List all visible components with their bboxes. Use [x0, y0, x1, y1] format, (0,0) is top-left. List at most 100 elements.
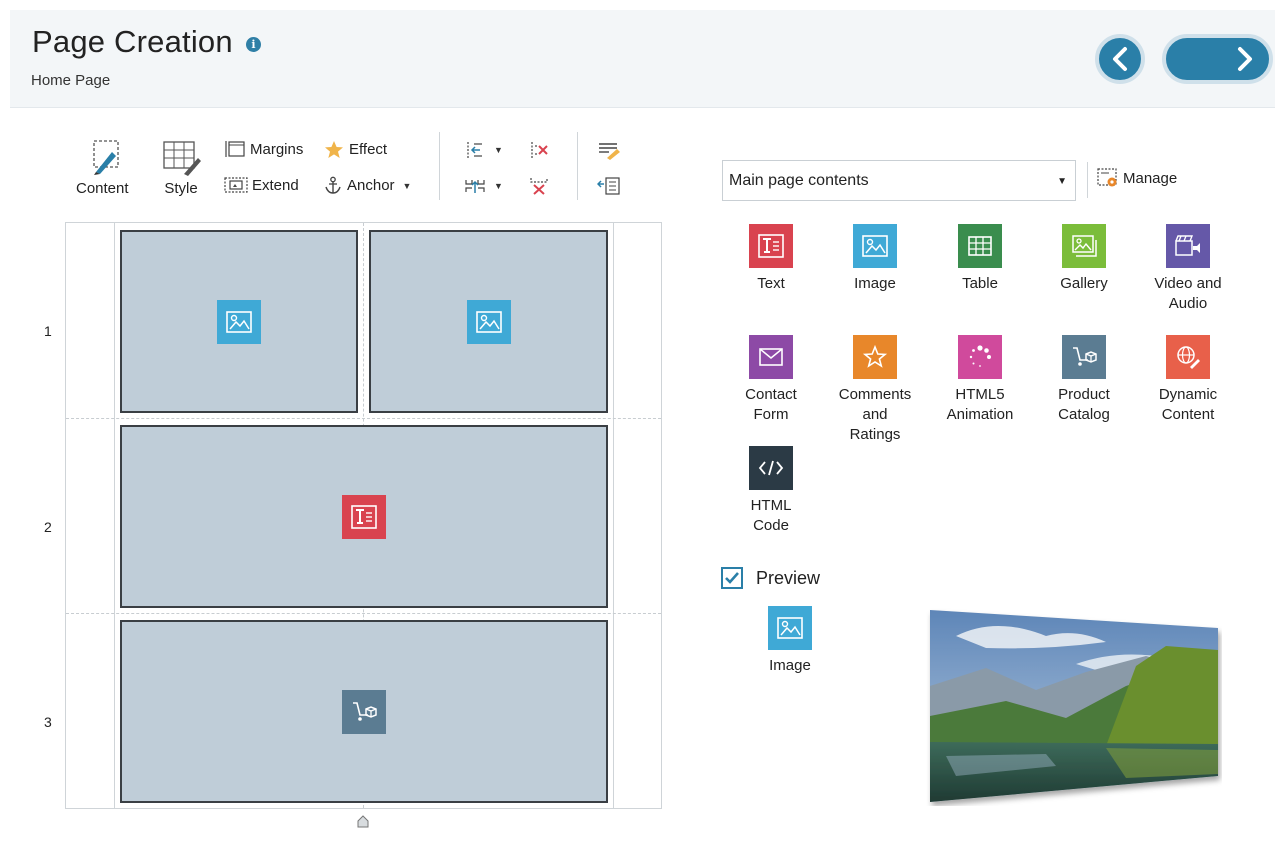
contents-select-value: Main page contents [729, 171, 869, 189]
align-button[interactable] [597, 176, 621, 196]
image-icon [466, 299, 511, 344]
row-number-2: 2 [44, 519, 52, 535]
object-html5-animation[interactable]: HTML5 Animation [930, 335, 1030, 425]
object-label: Comments and Ratings [838, 386, 912, 443]
anchor-button[interactable]: Anchor ▼ [324, 176, 411, 195]
object-label: Dynamic Content [1158, 386, 1218, 423]
align-icon [597, 177, 620, 195]
margins-label: Margins [250, 140, 304, 158]
preview-landscape-image [930, 610, 1218, 802]
toolbar-divider [439, 132, 440, 200]
insert-row-dropdown-arrow[interactable]: ▼ [494, 181, 503, 191]
checkmark-icon [725, 572, 739, 584]
extend-button[interactable]: Extend [224, 176, 299, 194]
object-label: Gallery [1060, 275, 1108, 292]
object-html-code[interactable]: HTML Code [721, 446, 821, 536]
info-icon[interactable]: i [246, 37, 261, 52]
object-contact-form[interactable]: Contact Form [721, 335, 821, 425]
image-icon [853, 224, 897, 268]
gallery-icon [1062, 224, 1106, 268]
content-tool-button[interactable]: Content [76, 138, 129, 197]
manage-button[interactable]: Manage [1096, 167, 1177, 189]
anchor-label: Anchor [347, 177, 395, 194]
cell-row3[interactable] [120, 620, 608, 803]
object-label: Image [854, 275, 896, 292]
chevron-left-icon [1113, 47, 1127, 71]
envelope-icon [749, 335, 793, 379]
extend-icon [224, 177, 248, 193]
object-text[interactable]: Text [721, 224, 821, 294]
image-icon [768, 606, 812, 650]
cell-row1-left[interactable] [120, 230, 358, 413]
video-icon [1166, 224, 1210, 268]
cell-row1-right[interactable] [369, 230, 608, 413]
object-label: Product Catalog [1058, 386, 1110, 423]
object-label: Text [757, 275, 785, 292]
object-comments-ratings[interactable]: Comments and Ratings [825, 335, 925, 445]
margins-icon [225, 141, 245, 157]
object-label: Video and Audio [1154, 275, 1222, 312]
object-table[interactable]: Table [930, 224, 1030, 294]
effect-button[interactable]: Effect [324, 140, 387, 159]
insert-column-button[interactable]: ▼ [464, 140, 503, 160]
panel-divider [1087, 162, 1088, 198]
preview-checkbox[interactable] [721, 567, 743, 589]
object-gallery[interactable]: Gallery [1034, 224, 1134, 294]
animation-icon [958, 335, 1002, 379]
style-tool-label: Style [164, 180, 198, 197]
delete-row-icon [530, 178, 548, 195]
content-edit-icon [93, 140, 119, 175]
insert-row-button[interactable]: ▼ [464, 176, 503, 196]
object-label: HTML Code [750, 497, 792, 534]
toolbar-divider [577, 132, 578, 200]
next-button[interactable] [1162, 34, 1273, 84]
page-header: Page Creation i Home Page [10, 10, 1275, 108]
insert-column-dropdown-arrow[interactable]: ▼ [494, 145, 503, 155]
delete-row-button[interactable] [528, 176, 550, 196]
object-product-catalog[interactable]: Product Catalog [1034, 335, 1134, 425]
page-title: Page Creation [32, 24, 233, 59]
preview-object-label: Image [769, 657, 811, 674]
style-brush-icon [163, 141, 201, 176]
contents-select[interactable]: Main page contents ▼ [722, 160, 1076, 201]
object-video-audio[interactable]: Video and Audio [1138, 224, 1238, 314]
object-label: Table [962, 275, 998, 292]
grid-margin-line-right [613, 223, 614, 808]
insert-row-icon [465, 180, 485, 193]
insert-column-icon [467, 142, 482, 158]
star-icon [853, 335, 897, 379]
star-icon [325, 141, 343, 158]
anchor-dropdown-arrow[interactable]: ▼ [403, 181, 412, 191]
manage-label: Manage [1123, 169, 1178, 187]
table-icon [958, 224, 1002, 268]
content-tool-label: Content [76, 180, 129, 197]
code-icon [749, 446, 793, 490]
object-image[interactable]: Image [825, 224, 925, 294]
paste-style-icon [599, 143, 620, 160]
grid-margin-line-left [114, 223, 115, 808]
object-dynamic-content[interactable]: Dynamic Content [1138, 335, 1238, 425]
effect-label: Effect [349, 141, 388, 158]
row-number-1: 1 [44, 323, 52, 339]
image-icon [217, 299, 261, 344]
layout-resize-handle-icon[interactable] [356, 815, 370, 829]
cell-row2[interactable] [120, 425, 608, 608]
object-label: HTML5 Animation [946, 386, 1014, 423]
style-tool-button[interactable]: Style [160, 138, 202, 197]
grid-row-line [66, 418, 661, 419]
chevron-down-icon: ▼ [1057, 176, 1067, 187]
anchor-icon [325, 176, 341, 194]
preview-object: Image [740, 606, 840, 676]
back-button[interactable] [1095, 34, 1145, 84]
manage-icon [1097, 168, 1117, 187]
page-layout-grid [65, 222, 662, 809]
delete-column-button[interactable] [528, 140, 550, 160]
preview-label: Preview [756, 568, 821, 588]
object-label: Contact Form [745, 386, 797, 423]
paste-style-button[interactable] [597, 140, 621, 160]
delete-column-icon [531, 142, 548, 158]
page-subtitle: Home Page [31, 72, 111, 89]
product-catalog-icon [342, 689, 386, 734]
margins-button[interactable]: Margins [224, 140, 303, 158]
row-number-3: 3 [44, 714, 52, 730]
